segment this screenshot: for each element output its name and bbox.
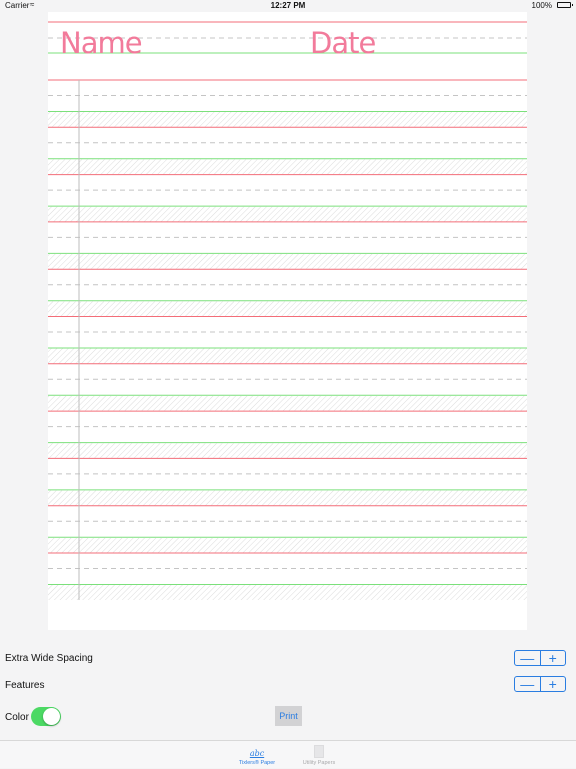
abc-icon-glyph: abc bbox=[249, 749, 265, 758]
name-label: Name bbox=[60, 26, 142, 60]
extra-wide-spacing-label: Extra Wide Spacing bbox=[5, 653, 93, 664]
features-increment-button[interactable]: + bbox=[539, 677, 566, 691]
row-descender-area bbox=[48, 585, 527, 600]
features-decrement-button[interactable]: — bbox=[515, 677, 540, 691]
paper-lines: Name Date bbox=[48, 21, 527, 600]
row-descender-area bbox=[48, 395, 527, 411]
row-descender-area bbox=[48, 112, 527, 127]
status-bar: Carrier ≈ 12:27 PM 100% bbox=[0, 0, 576, 12]
tab-utility-papers[interactable]: Utility Papers bbox=[289, 741, 349, 769]
row-descender-area bbox=[48, 301, 527, 317]
row-descender-area bbox=[48, 348, 527, 364]
date-label: Date bbox=[310, 26, 375, 60]
abc-icon: abc bbox=[227, 743, 287, 759]
tab-tixlers-paper[interactable]: abc Tixlers® Paper bbox=[227, 741, 287, 769]
color-toggle[interactable] bbox=[31, 707, 61, 726]
features-label: Features bbox=[5, 680, 45, 691]
row-descender-area bbox=[48, 537, 527, 553]
row-descender-area bbox=[48, 253, 527, 269]
battery-icon bbox=[557, 2, 573, 8]
print-button[interactable]: Print bbox=[275, 706, 302, 726]
row-descender-area bbox=[48, 443, 527, 459]
row-descender-area bbox=[48, 490, 527, 506]
tab-label-utility-papers: Utility Papers bbox=[302, 760, 336, 766]
status-time: 12:27 PM bbox=[270, 1, 306, 10]
color-label: Color bbox=[5, 712, 29, 723]
writing-rows bbox=[48, 79, 527, 600]
extra-wide-spacing-increment-button[interactable]: + bbox=[539, 651, 566, 665]
row-descender-area bbox=[48, 206, 527, 222]
controls-panel: Extra Wide Spacing — + Features — + Colo… bbox=[0, 630, 576, 740]
tab-bar: abc Tixlers® Paper Utility Papers bbox=[0, 740, 576, 768]
page-icon bbox=[289, 743, 349, 759]
battery-percent: 100% bbox=[531, 1, 552, 10]
features-stepper[interactable]: — + bbox=[514, 676, 566, 692]
handwriting-paper: Name Date bbox=[48, 12, 527, 630]
extra-wide-spacing-decrement-button[interactable]: — bbox=[515, 651, 540, 665]
tab-label-tixlers-paper: Tixlers® Paper bbox=[238, 760, 276, 766]
toggle-knob bbox=[43, 708, 60, 725]
extra-wide-spacing-stepper[interactable]: — + bbox=[514, 650, 566, 666]
row-descender-area bbox=[48, 159, 527, 175]
